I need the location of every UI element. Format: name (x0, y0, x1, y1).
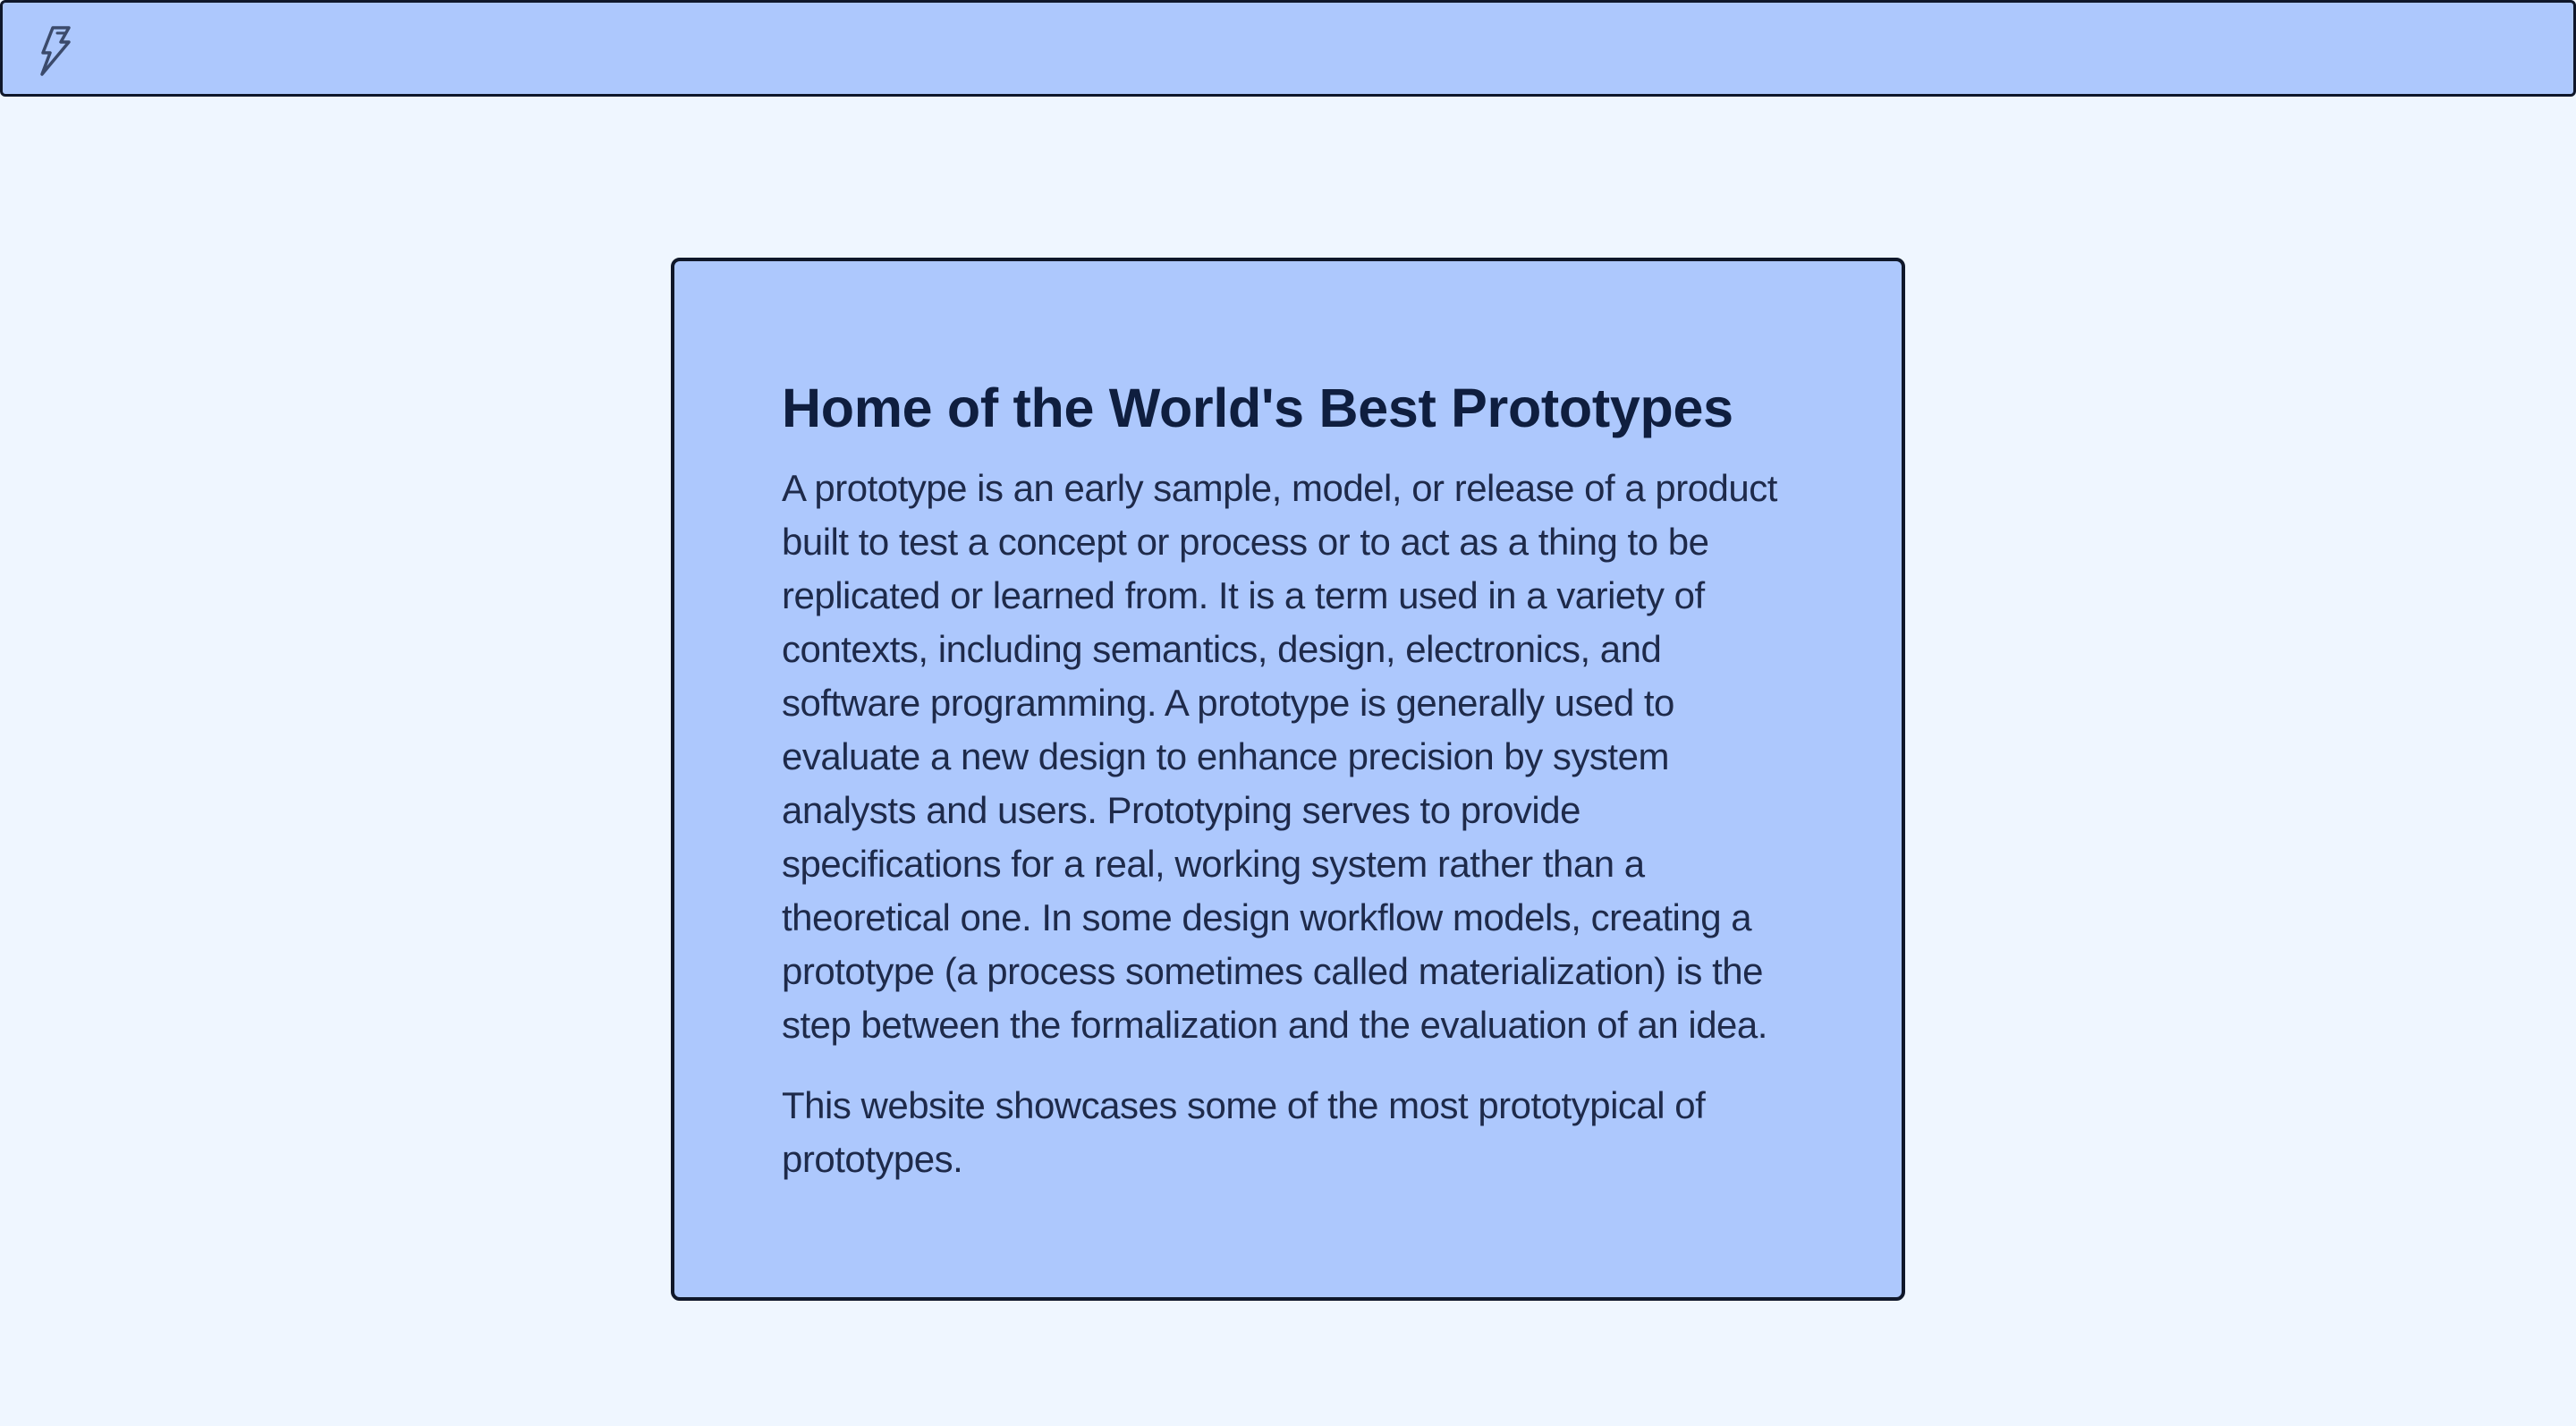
intro-paragraph: A prototype is an early sample, model, o… (782, 467, 1777, 1046)
page-title: Home of the World's Best Prototypes (782, 378, 1733, 438)
top-nav-bar (0, 0, 2576, 97)
lightning-bolt-icon[interactable] (33, 24, 78, 78)
showcase-paragraph: This website showcases some of the most … (782, 1084, 1706, 1180)
hero-card: Home of the World's Best Prototypes A pr… (671, 258, 1905, 1301)
